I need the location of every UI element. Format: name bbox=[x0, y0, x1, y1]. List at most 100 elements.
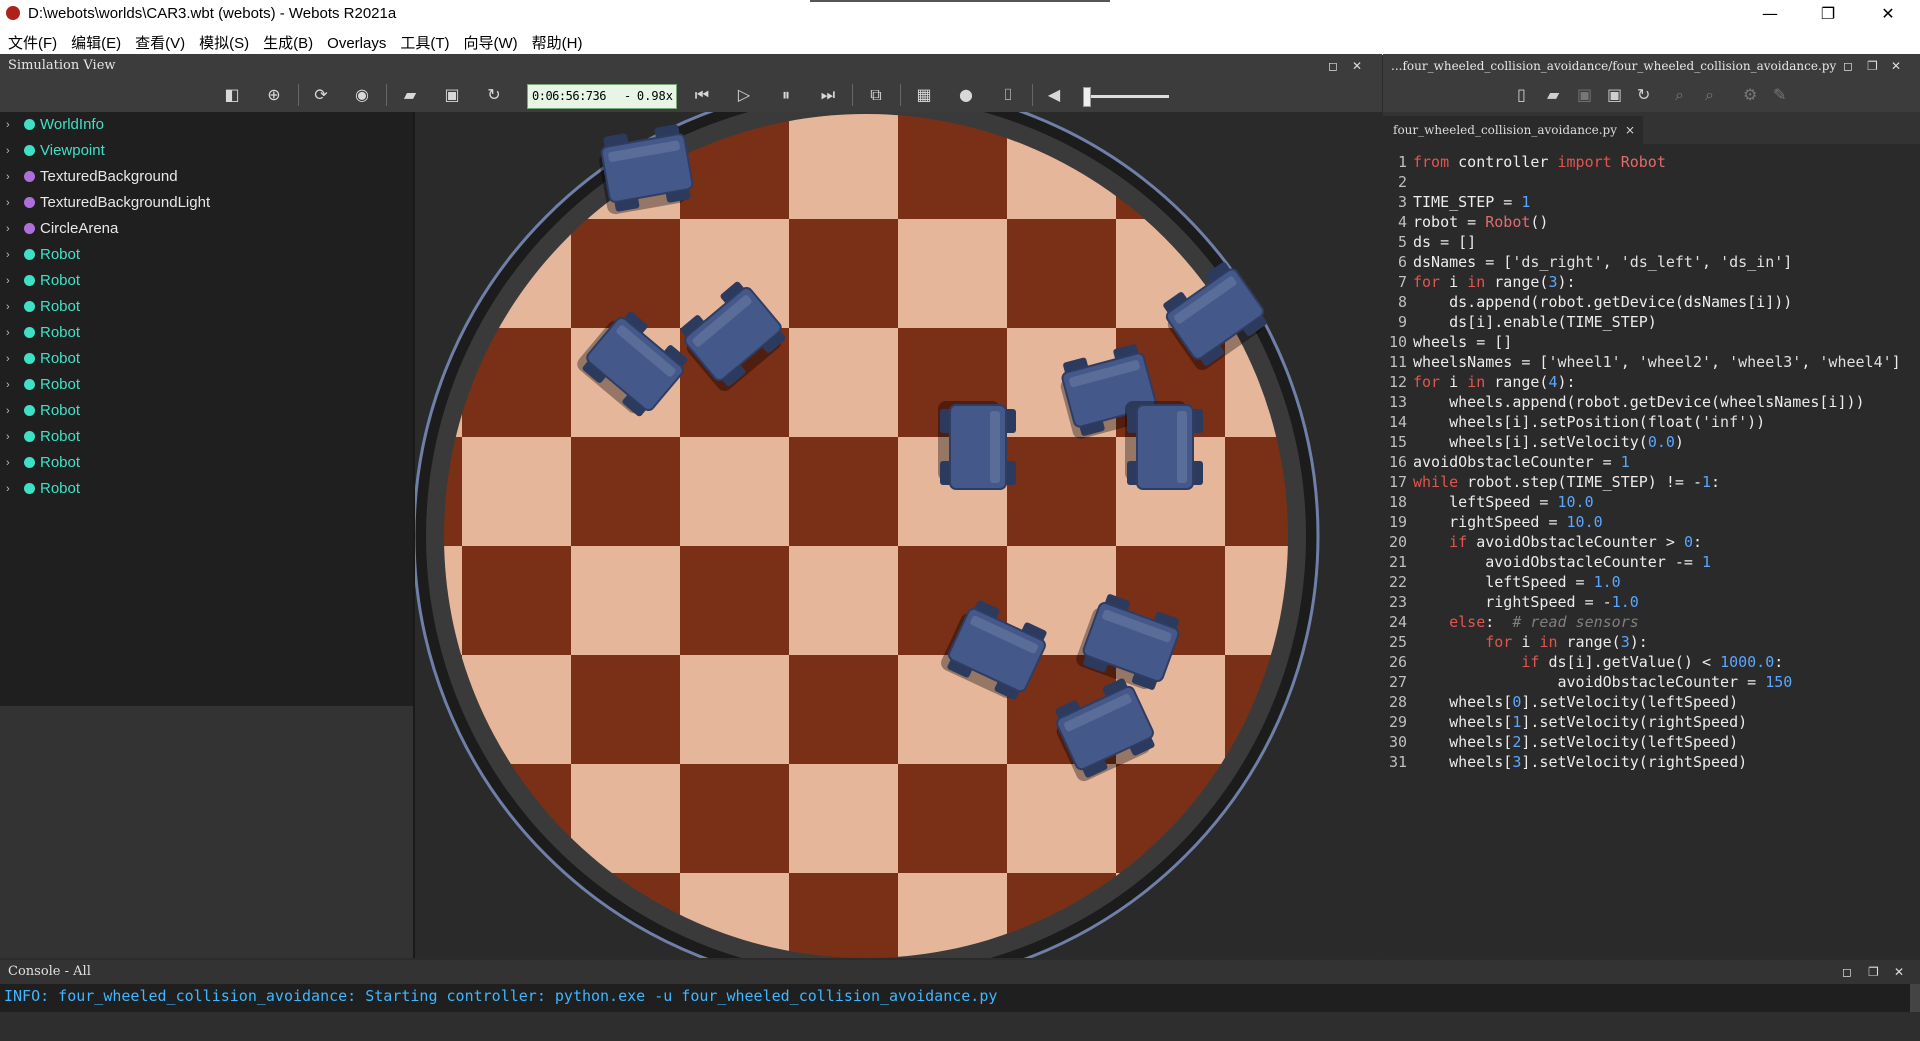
expand-arrow-icon[interactable]: › bbox=[6, 112, 10, 138]
editor-restore-icon[interactable]: ❐ bbox=[1867, 54, 1878, 78]
console-restore-icon[interactable]: ❐ bbox=[1868, 960, 1879, 984]
build-icon[interactable]: ⚙ bbox=[1743, 85, 1757, 104]
tree-item-texturedbackground[interactable]: › TexturedBackground bbox=[0, 164, 413, 190]
step-icon[interactable]: ▷ bbox=[734, 85, 754, 105]
code-line[interactable]: 5 ds = [] bbox=[1383, 232, 1920, 252]
save-as-icon[interactable]: ▣ bbox=[1607, 85, 1622, 104]
code-line[interactable]: 28 wheels[0].setVelocity(leftSpeed) bbox=[1383, 692, 1920, 712]
new-file-icon[interactable]: ▯ bbox=[1517, 85, 1526, 104]
code-line[interactable]: 10 wheels = [] bbox=[1383, 332, 1920, 352]
rendering-icon[interactable]: ⧉ bbox=[866, 85, 886, 105]
console-close-icon[interactable]: ✕ bbox=[1894, 960, 1904, 984]
code-line[interactable]: 23 rightSpeed = -1.0 bbox=[1383, 592, 1920, 612]
maximize-button[interactable]: ❐ bbox=[1800, 0, 1856, 28]
volume-icon[interactable]: ◀ bbox=[1044, 85, 1064, 105]
code-line[interactable]: 25 for i in range(3): bbox=[1383, 632, 1920, 652]
menu-overlays[interactable]: Overlays bbox=[319, 31, 392, 52]
tree-item-robot[interactable]: › Robot bbox=[0, 320, 413, 346]
menu-simulation[interactable]: 模拟(S) bbox=[191, 28, 255, 53]
close-panel-icon[interactable]: ✕ bbox=[1352, 54, 1362, 78]
code-line[interactable]: 2 bbox=[1383, 172, 1920, 192]
tree-item-robot[interactable]: › Robot bbox=[0, 424, 413, 450]
camera-icon[interactable]: ⌷ bbox=[998, 85, 1018, 105]
expand-arrow-icon[interactable]: › bbox=[6, 476, 10, 502]
expand-arrow-icon[interactable]: › bbox=[6, 346, 10, 372]
tree-item-robot[interactable]: › Robot bbox=[0, 398, 413, 424]
expand-arrow-icon[interactable]: › bbox=[6, 138, 10, 164]
code-line[interactable]: 30 wheels[2].setVelocity(leftSpeed) bbox=[1383, 732, 1920, 752]
tree-item-texturedbackgroundlight[interactable]: › TexturedBackgroundLight bbox=[0, 190, 413, 216]
open-file-icon[interactable]: ▰ bbox=[1547, 85, 1559, 104]
3d-view[interactable] bbox=[415, 112, 1382, 958]
menu-wizards[interactable]: 向导(W) bbox=[456, 28, 524, 53]
tree-item-robot[interactable]: › Robot bbox=[0, 294, 413, 320]
expand-arrow-icon[interactable]: › bbox=[6, 450, 10, 476]
code-line[interactable]: 24 else: # read sensors bbox=[1383, 612, 1920, 632]
code-line[interactable]: 29 wheels[1].setVelocity(rightSpeed) bbox=[1383, 712, 1920, 732]
replace-icon[interactable]: ⌕ bbox=[1705, 85, 1714, 105]
tree-item-viewpoint[interactable]: › Viewpoint bbox=[0, 138, 413, 164]
editor-close-icon[interactable]: ✕ bbox=[1891, 54, 1901, 78]
code-line[interactable]: 13 wheels.append(robot.getDevice(wheelsN… bbox=[1383, 392, 1920, 412]
volume-slider[interactable] bbox=[1085, 95, 1169, 98]
tree-item-robot[interactable]: › Robot bbox=[0, 476, 413, 502]
robot[interactable] bbox=[595, 123, 695, 215]
menu-build[interactable]: 生成(B) bbox=[255, 28, 319, 53]
menu-view[interactable]: 查看(V) bbox=[127, 28, 191, 53]
reload-world-icon[interactable]: ⟳ bbox=[311, 85, 331, 105]
tree-item-robot[interactable]: › Robot bbox=[0, 372, 413, 398]
record-movie-icon[interactable]: ▦ bbox=[914, 85, 934, 105]
robot[interactable] bbox=[1125, 401, 1203, 490]
expand-arrow-icon[interactable]: › bbox=[6, 190, 10, 216]
fast-forward-icon[interactable]: ⏭ bbox=[818, 85, 838, 105]
tree-item-robot[interactable]: › Robot bbox=[0, 450, 413, 476]
code-editor[interactable]: 1 from controller import Robot 2 3 TIME_STEP… bbox=[1383, 144, 1920, 958]
reset-world-icon[interactable]: ↻ bbox=[484, 85, 504, 105]
code-line[interactable]: 26 if ds[i].getValue() < 1000.0: bbox=[1383, 652, 1920, 672]
float-panel-icon[interactable]: ◻ bbox=[1328, 54, 1338, 78]
volume-slider-handle[interactable] bbox=[1083, 87, 1091, 107]
save-world-icon[interactable]: ▣ bbox=[442, 85, 462, 105]
expand-arrow-icon[interactable]: › bbox=[6, 242, 10, 268]
pause-icon[interactable]: ⏸ bbox=[776, 85, 796, 105]
arena-scene[interactable] bbox=[415, 112, 1382, 958]
expand-arrow-icon[interactable]: › bbox=[6, 216, 10, 242]
code-line[interactable]: 16 avoidObstacleCounter = 1 bbox=[1383, 452, 1920, 472]
code-line[interactable]: 27 avoidObstacleCounter = 150 bbox=[1383, 672, 1920, 692]
menu-help[interactable]: 帮助(H) bbox=[524, 28, 589, 53]
expand-arrow-icon[interactable]: › bbox=[6, 424, 10, 450]
menu-edit[interactable]: 编辑(E) bbox=[63, 28, 127, 53]
code-line[interactable]: 19 rightSpeed = 10.0 bbox=[1383, 512, 1920, 532]
clean-icon[interactable]: ✎ bbox=[1773, 85, 1786, 104]
code-line[interactable]: 8 ds.append(robot.getDevice(dsNames[i])) bbox=[1383, 292, 1920, 312]
eye-icon[interactable]: ◉ bbox=[352, 85, 372, 105]
code-line[interactable]: 9 ds[i].enable(TIME_STEP) bbox=[1383, 312, 1920, 332]
code-line[interactable]: 18 leftSpeed = 10.0 bbox=[1383, 492, 1920, 512]
close-window-button[interactable]: ✕ bbox=[1860, 0, 1916, 28]
code-line[interactable]: 4 robot = Robot() bbox=[1383, 212, 1920, 232]
expand-arrow-icon[interactable]: › bbox=[6, 268, 10, 294]
console-output[interactable]: INFO: four_wheeled_collision_avoidance: … bbox=[0, 984, 1910, 1012]
code-line[interactable]: 20 if avoidObstacleCounter > 0: bbox=[1383, 532, 1920, 552]
save-file-icon[interactable]: ▣ bbox=[1577, 85, 1592, 104]
find-icon[interactable]: ⌕ bbox=[1675, 85, 1684, 105]
code-line[interactable]: 12 for i in range(4): bbox=[1383, 372, 1920, 392]
expand-arrow-icon[interactable]: › bbox=[6, 164, 10, 190]
menu-tools[interactable]: 工具(T) bbox=[392, 28, 455, 53]
code-line[interactable]: 14 wheels[i].setPosition(float('inf')) bbox=[1383, 412, 1920, 432]
tree-item-robot[interactable]: › Robot bbox=[0, 268, 413, 294]
tree-item-circlearena[interactable]: › CircleArena bbox=[0, 216, 413, 242]
record-icon[interactable]: ● bbox=[956, 85, 976, 105]
step-back-icon[interactable]: ⏮ bbox=[692, 85, 712, 105]
console-scrollbar[interactable] bbox=[1910, 984, 1920, 1012]
code-line[interactable]: 17 while robot.step(TIME_STEP) != -1: bbox=[1383, 472, 1920, 492]
expand-arrow-icon[interactable]: › bbox=[6, 320, 10, 346]
code-line[interactable]: 11 wheelsNames = ['wheel1', 'wheel2', 'wh… bbox=[1383, 352, 1920, 372]
toggle-scene-tree-icon[interactable]: ◧ bbox=[222, 85, 242, 105]
code-line[interactable]: 3 TIME_STEP = 1 bbox=[1383, 192, 1920, 212]
open-world-icon[interactable]: ▰ bbox=[400, 85, 420, 105]
console-minimize-icon[interactable]: ◻ bbox=[1842, 960, 1852, 984]
tree-item-robot[interactable]: › Robot bbox=[0, 242, 413, 268]
code-line[interactable]: 22 leftSpeed = 1.0 bbox=[1383, 572, 1920, 592]
code-line[interactable]: 7 for i in range(3): bbox=[1383, 272, 1920, 292]
